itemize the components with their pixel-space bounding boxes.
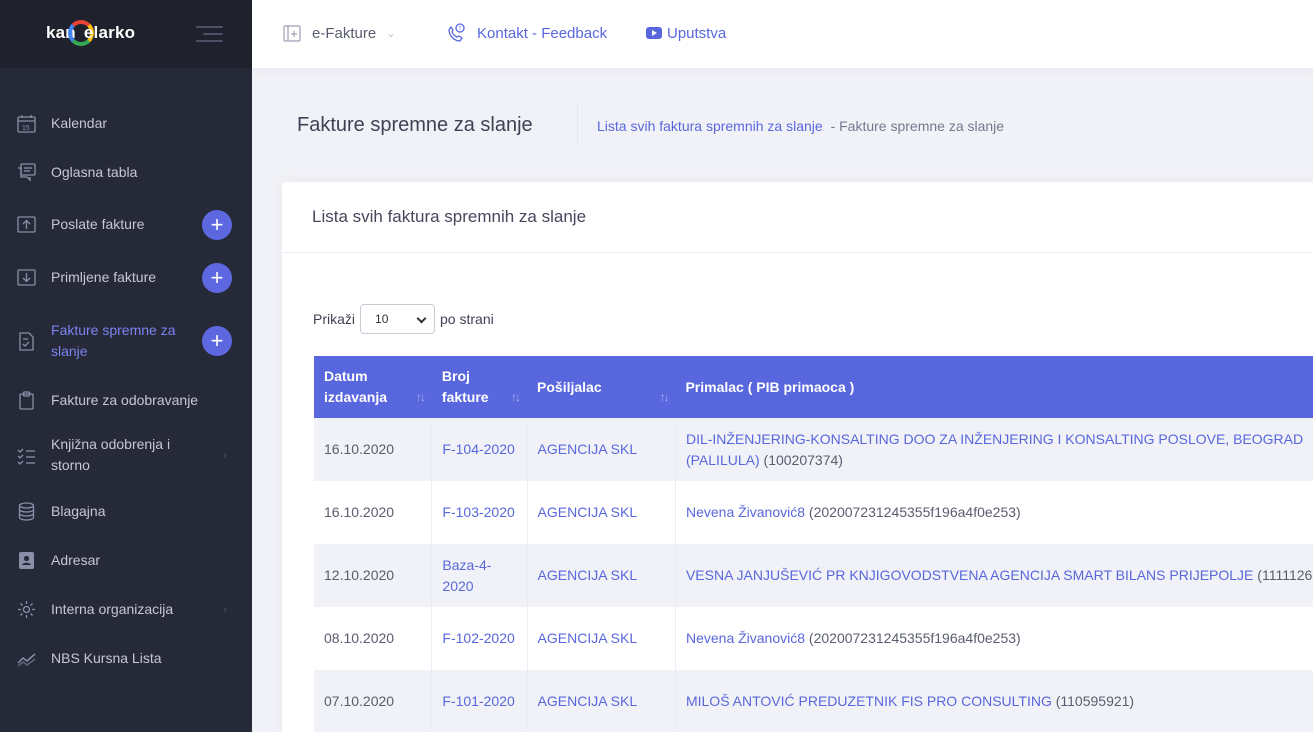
sidebar-item-interna-organizacija[interactable]: Interna organizacija ›	[0, 599, 252, 620]
column-header-posiljalac[interactable]: Pošiljalac ↑↓	[527, 356, 676, 418]
recipient-pib: (110595921)	[1055, 693, 1135, 709]
sidebar-item-fakture-spremne[interactable]: Fakture spremne za slanje +	[0, 320, 252, 362]
clipboard-icon	[19, 391, 34, 410]
chevron-right-icon: ›	[223, 448, 227, 462]
download-folder-icon	[17, 269, 36, 286]
cell-datum: 16.10.2020	[314, 418, 433, 481]
logo[interactable]: kan elarko	[46, 20, 135, 47]
sidebar-item-primljene-fakture[interactable]: Primljene fakture +	[0, 263, 252, 293]
table-row: 08.10.2020 F-102-2020 AGENCIJA SKL Neven…	[314, 607, 1313, 670]
page-length-select[interactable]: 10	[360, 304, 436, 334]
sidebar-item-adresar[interactable]: Adresar	[0, 550, 252, 571]
sidebar-item-label: Adresar	[51, 552, 101, 568]
cell-datum: 08.10.2020	[314, 607, 433, 670]
sidebar-item-label: Fakture spremne za slanje	[51, 322, 176, 359]
cell-datum: 12.10.2020	[314, 544, 433, 607]
column-header-broj[interactable]: Broj fakture ↑↓	[431, 356, 528, 418]
card-title: Lista svih faktura spremnih za slanje	[312, 207, 587, 226]
coins-icon	[18, 502, 35, 521]
upload-folder-icon	[17, 216, 36, 233]
invoice-number-link[interactable]: F-102-2020	[442, 630, 514, 646]
table-row: 16.10.2020 F-103-2020 AGENCIJA SKL Neven…	[314, 481, 1313, 544]
invoice-list-card: Lista svih faktura spremnih za slanje Pr…	[282, 182, 1313, 732]
sidebar-item-label: Fakture za odobravanje	[51, 392, 199, 408]
card-header: Lista svih faktura spremnih za slanje	[282, 182, 1313, 253]
hamburger-menu-icon[interactable]	[196, 26, 223, 47]
message-board-icon	[18, 163, 36, 182]
cell-datum: 07.10.2020	[314, 670, 433, 732]
sidebar-item-label: Kalendar	[51, 115, 108, 131]
chevron-right-icon: ›	[223, 602, 227, 616]
sidebar-item-blagajna[interactable]: Blagajna	[0, 501, 252, 522]
kontakt-feedback-link[interactable]: ? Kontakt - Feedback	[445, 22, 607, 44]
table-row: 16.10.2020 F-104-2020 AGENCIJA SKL DIL-I…	[314, 418, 1313, 481]
sidebar-item-label: Interna organizacija	[51, 601, 174, 617]
sidebar-item-oglasna-tabla[interactable]: Oglasna tabla	[0, 162, 252, 183]
list-check-icon	[17, 448, 35, 465]
sender-link[interactable]: AGENCIJA SKL	[538, 441, 638, 457]
sidebar-item-kalendar[interactable]: 15 Kalendar	[0, 113, 252, 134]
top-header: e-Fakture ⌄ ? Kontakt - Feedback Uputstv…	[252, 0, 1313, 68]
recipient-pib: (111112678)	[1257, 567, 1313, 583]
add-poslata-faktura-button[interactable]: +	[202, 210, 232, 240]
sidebar-item-label: Primljene fakture	[51, 269, 157, 285]
sender-link[interactable]: AGENCIJA SKL	[538, 567, 638, 583]
page-length-control: Prikaži 10 po strani	[313, 304, 494, 334]
sidebar-item-nbs-kursna-lista[interactable]: NBS Kursna Lista	[0, 648, 252, 669]
invoice-number-link[interactable]: F-104-2020	[442, 441, 514, 457]
sort-icon[interactable]: ↑↓	[416, 387, 426, 408]
breadcrumb: Lista svih faktura spremnih za slanje - …	[597, 118, 1004, 134]
recipient-link[interactable]: Nevena Živanović8	[686, 504, 805, 520]
recipient-pib: (202007231245355f196a4f0e253)	[808, 630, 1021, 646]
chevron-down-icon: ⌄	[386, 27, 396, 40]
sidebar-item-label: NBS Kursna Lista	[51, 650, 162, 666]
uputstva-link[interactable]: Uputstva	[646, 22, 726, 44]
table-row: 07.10.2020 F-101-2020 AGENCIJA SKL MILOŠ…	[314, 670, 1313, 732]
recipient-link[interactable]: MILOŠ ANTOVIĆ PREDUZETNIK FIS PRO CONSUL…	[686, 693, 1052, 709]
document-plus-icon	[283, 25, 301, 42]
brand-bar: kan elarko	[0, 0, 252, 68]
svg-text:15: 15	[22, 125, 30, 132]
subheader-divider	[577, 104, 578, 144]
svg-text:?: ?	[459, 26, 462, 32]
page-title: Fakture spremne za slanje	[297, 114, 533, 136]
invoice-number-link[interactable]: F-101-2020	[442, 693, 514, 709]
sidebar-item-label: Poslate fakture	[51, 216, 145, 232]
sidebar-item-knjizna-odobrenja[interactable]: Knjižna odobrenja i storno ›	[0, 434, 252, 476]
sort-icon[interactable]: ↑↓	[511, 387, 521, 408]
column-header-primalac[interactable]: Primalac ( PIB primaoca )	[675, 356, 1313, 418]
sender-link[interactable]: AGENCIJA SKL	[538, 504, 638, 520]
sender-link[interactable]: AGENCIJA SKL	[538, 693, 638, 709]
recipient-pib: (100207374)	[763, 451, 843, 468]
add-primljena-faktura-button[interactable]: +	[202, 263, 232, 293]
invoice-number-link[interactable]: Baza-4-2020	[442, 557, 491, 594]
sort-icon[interactable]: ↑↓	[659, 387, 669, 408]
youtube-play-icon	[646, 27, 662, 39]
sidebar-item-label: Knjižna odobrenja i storno	[51, 436, 171, 473]
breadcrumb-current: - Fakture spremne za slanje	[830, 118, 1005, 134]
sidebar-item-label: Blagajna	[51, 503, 106, 519]
column-header-datum[interactable]: Datum izdavanja ↑↓	[314, 356, 432, 418]
sidebar-item-poslate-fakture[interactable]: Poslate fakture +	[0, 210, 252, 240]
recipient-pib: (202007231245355f196a4f0e253)	[808, 504, 1021, 520]
invoices-table: Datum izdavanja ↑↓ Broj fakture ↑↓ Pošil…	[314, 356, 1313, 732]
sidebar: kan elarko 15 Kalendar Oglasna tabla Posl…	[0, 0, 252, 732]
add-faktura-spremna-button[interactable]: +	[202, 326, 232, 356]
checklist-document-icon	[19, 332, 34, 351]
invoice-number-link[interactable]: F-103-2020	[442, 504, 514, 520]
sender-link[interactable]: AGENCIJA SKL	[538, 630, 638, 646]
recipient-link[interactable]: Nevena Živanović8	[686, 630, 805, 646]
sidebar-item-fakture-za-odobravanje[interactable]: Fakture za odobravanje	[0, 390, 252, 411]
phone-chat-icon: ?	[448, 23, 465, 42]
efakture-dropdown[interactable]: e-Fakture ⌄	[282, 22, 395, 44]
recipient-link[interactable]: VESNA JANJUŠEVIĆ PR KNJIGOVODSTVENA AGEN…	[686, 567, 1253, 583]
breadcrumb-link[interactable]: Lista svih faktura spremnih za slanje	[597, 118, 823, 134]
chart-line-icon	[17, 653, 36, 667]
settings-gear-icon	[18, 601, 35, 618]
address-book-icon	[19, 552, 34, 569]
sidebar-item-label: Oglasna tabla	[51, 164, 138, 180]
calendar-icon: 15	[17, 115, 36, 133]
table-row: 12.10.2020 Baza-4-2020 AGENCIJA SKL VESN…	[314, 544, 1313, 607]
cell-datum: 16.10.2020	[314, 481, 433, 544]
